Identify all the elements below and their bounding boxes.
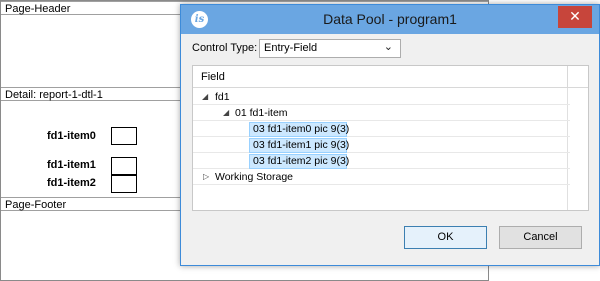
- dialog-title: Data Pool - program1: [323, 11, 457, 27]
- tree-node-label: Working Storage: [215, 171, 294, 183]
- collapsed-arrow-icon[interactable]: ▷: [203, 172, 209, 181]
- dialog-titlebar[interactable]: Data Pool - program1 is ✕: [181, 5, 599, 34]
- field-box-item1[interactable]: [111, 157, 137, 175]
- data-pool-dialog: Data Pool - program1 is ✕ Control Type: …: [180, 4, 600, 266]
- field-label-item1[interactable]: fd1-item1: [47, 159, 96, 171]
- tree-node-working-storage[interactable]: ▷ Working Storage: [193, 170, 570, 185]
- field-box-item2[interactable]: [111, 175, 137, 193]
- tree-node-fd1-item2[interactable]: 03 fd1-item2 pic 9(3): [193, 154, 570, 169]
- tree-node-fd1[interactable]: ◢ fd1: [193, 90, 570, 105]
- field-label-item0[interactable]: fd1-item0: [47, 130, 96, 142]
- expanded-arrow-icon[interactable]: ◢: [202, 92, 208, 101]
- tree-node-label: 03 fd1-item2 pic 9(3): [253, 155, 350, 167]
- control-type-value: Entry-Field: [264, 42, 318, 54]
- tree-node-label: 01 fd1-item: [235, 107, 288, 119]
- tree-node-label: 03 fd1-item1 pic 9(3): [253, 139, 350, 151]
- tree-node-label: 03 fd1-item0 pic 9(3): [253, 123, 350, 135]
- chevron-down-icon: ⌄: [383, 41, 393, 53]
- close-icon: ✕: [569, 8, 581, 24]
- tree-column-header[interactable]: Field: [193, 66, 588, 88]
- close-button[interactable]: ✕: [558, 6, 592, 28]
- field-column-label: Field: [201, 71, 225, 83]
- tree-node-fd1-item0[interactable]: 03 fd1-item0 pic 9(3): [193, 122, 570, 137]
- app-logo-icon: is: [191, 11, 208, 28]
- field-label-item2[interactable]: fd1-item2: [47, 177, 96, 189]
- tree-node-fd1-item[interactable]: ◢ 01 fd1-item: [193, 106, 570, 121]
- ok-button[interactable]: OK: [404, 226, 487, 249]
- tree-node-fd1-item1[interactable]: 03 fd1-item1 pic 9(3): [193, 138, 570, 153]
- tree-node-label: fd1: [215, 91, 230, 103]
- expanded-arrow-icon[interactable]: ◢: [223, 108, 229, 117]
- control-type-select[interactable]: Entry-Field ⌄: [259, 39, 401, 58]
- field-box-item0[interactable]: [111, 127, 137, 145]
- screen: Page-Header Detail: report-1-dtl-1 fd1-i…: [0, 0, 600, 281]
- column-divider: [567, 66, 568, 87]
- field-tree[interactable]: Field ◢ fd1 ◢ 01 fd1-item 03 fd1-item0 p…: [192, 65, 589, 211]
- cancel-button[interactable]: Cancel: [499, 226, 582, 249]
- control-type-label: Control Type:: [192, 42, 258, 54]
